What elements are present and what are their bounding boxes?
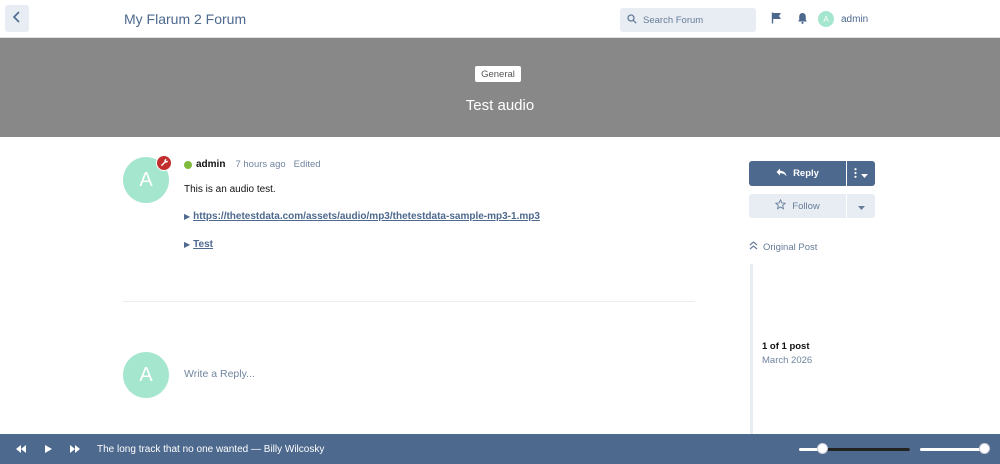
play-icon[interactable] (41, 442, 55, 456)
online-indicator (184, 160, 192, 169)
next-track-icon[interactable] (68, 442, 82, 456)
discussion-hero (0, 38, 1000, 137)
play-triangle-icon: ▶ (184, 212, 191, 221)
reply-button-label: Reply (793, 168, 819, 179)
post-header: admin 7 hours ago Edited (184, 159, 329, 170)
double-chevron-up-icon (749, 241, 758, 253)
reply-options-button[interactable] (847, 161, 875, 186)
search-input[interactable] (643, 14, 743, 26)
admin-badge (156, 155, 172, 171)
audio-link[interactable]: https://thetestdata.com/assets/audio/mp3… (193, 211, 540, 222)
seek-slider-remaining (823, 448, 910, 451)
original-post-link[interactable]: Original Post (749, 241, 817, 253)
test-link-row: ▶ Test (184, 239, 213, 250)
audio-link-row: ▶ https://thetestdata.com/assets/audio/m… (184, 211, 540, 222)
post-scrubber-track[interactable] (750, 264, 753, 434)
reply-arrow-icon (776, 168, 787, 180)
app-header: My Flarum 2 Forum A admin (0, 0, 1000, 38)
caret-down-icon (861, 165, 868, 183)
session-username: admin (841, 13, 869, 25)
caret-down-icon (857, 197, 865, 215)
write-reply-prompt[interactable]: Write a Reply... (184, 368, 255, 380)
post-divider (123, 301, 695, 302)
kebab-icon (854, 165, 857, 183)
play-triangle-icon: ▶ (184, 240, 191, 249)
post-time[interactable]: 7 hours ago (235, 159, 285, 170)
forum-title[interactable]: My Flarum 2 Forum (124, 11, 246, 27)
chevron-left-icon (12, 10, 22, 28)
post-body-text: This is an audio test. (184, 184, 276, 195)
track-title: The long track that no one wanted — Bill… (97, 444, 325, 455)
session-dropdown[interactable]: A admin (818, 11, 868, 27)
reply-user-avatar: A (123, 352, 169, 398)
follow-button[interactable]: Follow (749, 194, 846, 218)
star-icon (774, 198, 787, 213)
wrench-icon (160, 154, 169, 172)
test-link[interactable]: Test (193, 239, 213, 250)
post-edited[interactable]: Edited (294, 159, 321, 170)
previous-track-icon[interactable] (14, 442, 28, 456)
reply-button[interactable]: Reply (749, 161, 846, 186)
volume-slider-handle[interactable] (978, 443, 990, 454)
tag-label[interactable]: General (475, 66, 521, 82)
search-box[interactable] (620, 8, 756, 32)
scrubber-position: 1 of 1 post (762, 341, 810, 352)
scrubber-date: March 2026 (762, 355, 813, 366)
back-button[interactable] (5, 5, 29, 32)
flag-icon[interactable] (769, 11, 783, 25)
bell-icon[interactable] (795, 11, 809, 25)
original-post-label: Original Post (763, 241, 818, 253)
search-icon (627, 11, 637, 29)
follow-options-button[interactable] (847, 194, 875, 218)
volume-slider[interactable] (920, 448, 988, 451)
follow-button-label: Follow (792, 200, 820, 212)
post-username[interactable]: admin (196, 159, 225, 170)
discussion-title: Test audio (465, 97, 535, 114)
avatar: A (818, 11, 834, 27)
